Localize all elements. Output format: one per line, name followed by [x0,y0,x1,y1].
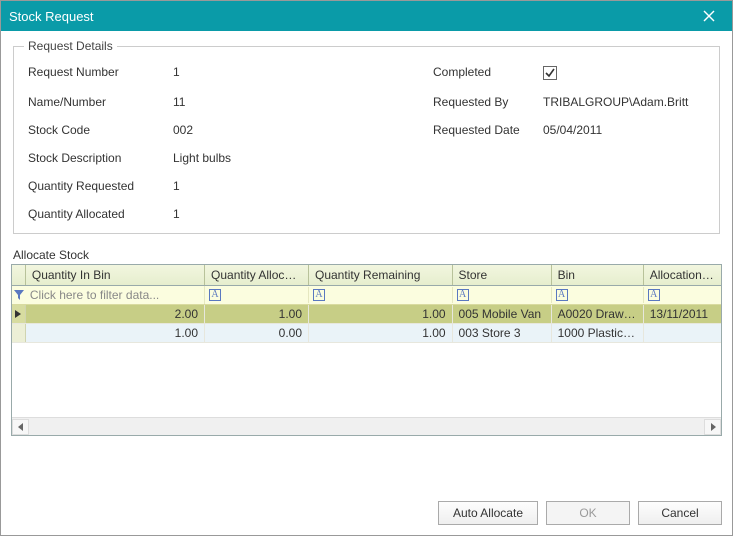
label-requested-by: Requested By [433,95,543,109]
col-header-store[interactable]: Store [453,265,552,285]
cell-bin: A0020 Draw A0... [552,305,644,323]
label-name-number: Name/Number [28,95,173,109]
label-requested-date: Requested Date [433,123,543,137]
cell-qty-remaining: 1.00 [309,305,453,323]
scroll-right-icon[interactable] [704,419,721,435]
label-stock-description: Stock Description [28,151,173,165]
ok-button: OK [546,501,630,525]
row-indicator-icon [12,305,26,323]
cancel-button[interactable]: Cancel [638,501,722,525]
table-row[interactable]: 1.00 0.00 1.00 003 Store 3 1000 Plastic … [12,324,721,343]
grid-horizontal-scrollbar[interactable] [12,417,721,435]
filter-mode-icon[interactable]: A [313,289,325,301]
scroll-left-icon[interactable] [12,419,29,435]
cell-qty-allocated[interactable]: 1.00 [205,305,309,323]
grid-filter-row[interactable]: Click here to filter data... A A A A A [12,286,721,305]
table-row[interactable]: 2.00 1.00 1.00 005 Mobile Van A0020 Draw… [12,305,721,324]
label-qty-requested: Quantity Requested [28,179,173,193]
label-completed: Completed [433,65,543,81]
cell-qty-in-bin: 2.00 [26,305,205,323]
value-qty-requested: 1 [173,179,433,193]
request-details-group: Request Details Request Number 1 Complet… [13,39,720,234]
cell-qty-remaining: 1.00 [309,324,453,342]
allocate-stock-label: Allocate Stock [11,248,722,262]
cell-qty-in-bin: 1.00 [26,324,205,342]
filter-mode-icon[interactable]: A [209,289,221,301]
value-stock-code: 002 [173,123,433,137]
cell-allocation-date [644,324,721,342]
close-icon[interactable] [694,1,724,31]
grid-empty-area [12,343,721,417]
cell-allocation-date: 13/11/2011 [644,305,721,323]
stock-request-window: Stock Request Request Details Request Nu… [0,0,733,536]
titlebar: Stock Request [1,1,732,31]
allocate-grid: Quantity In Bin Quantity Allocated Quant… [11,264,722,436]
value-requested-by: TRIBALGROUP\Adam.Britt [543,95,709,109]
col-header-qty-remaining[interactable]: Quantity Remaining [309,265,453,285]
filter-mode-icon[interactable]: A [648,289,660,301]
value-requested-date: 05/04/2011 [543,123,709,137]
value-completed [543,65,709,81]
col-header-qty-allocated[interactable]: Quantity Allocated [205,265,309,285]
label-request-number: Request Number [28,65,173,81]
filter-hint[interactable]: Click here to filter data... [30,288,159,302]
filter-icon[interactable] [12,289,26,301]
cell-bin: 1000 Plastic Tru... [552,324,644,342]
label-stock-code: Stock Code [28,123,173,137]
label-qty-allocated: Quantity Allocated [28,207,173,221]
filter-mode-icon[interactable]: A [556,289,568,301]
window-title: Stock Request [9,9,694,24]
cell-store: 003 Store 3 [453,324,552,342]
value-name-number: 11 [173,95,433,109]
col-header-allocation-date[interactable]: Allocation Date [644,265,721,285]
cell-store: 005 Mobile Van [453,305,552,323]
col-header-bin[interactable]: Bin [552,265,644,285]
grid-header: Quantity In Bin Quantity Allocated Quant… [12,265,721,286]
value-stock-description: Light bulbs [173,151,433,165]
auto-allocate-button[interactable]: Auto Allocate [438,501,538,525]
completed-checkbox[interactable] [543,66,557,80]
row-indicator-icon [12,324,26,342]
filter-mode-icon[interactable]: A [457,289,469,301]
scroll-track[interactable] [30,419,703,435]
request-details-legend: Request Details [24,39,117,53]
dialog-footer: Auto Allocate OK Cancel [11,489,722,525]
value-request-number: 1 [173,65,433,81]
client-area: Request Details Request Number 1 Complet… [1,31,732,535]
col-header-qty-in-bin[interactable]: Quantity In Bin [26,265,205,285]
value-qty-allocated: 1 [173,207,433,221]
cell-qty-allocated[interactable]: 0.00 [205,324,309,342]
